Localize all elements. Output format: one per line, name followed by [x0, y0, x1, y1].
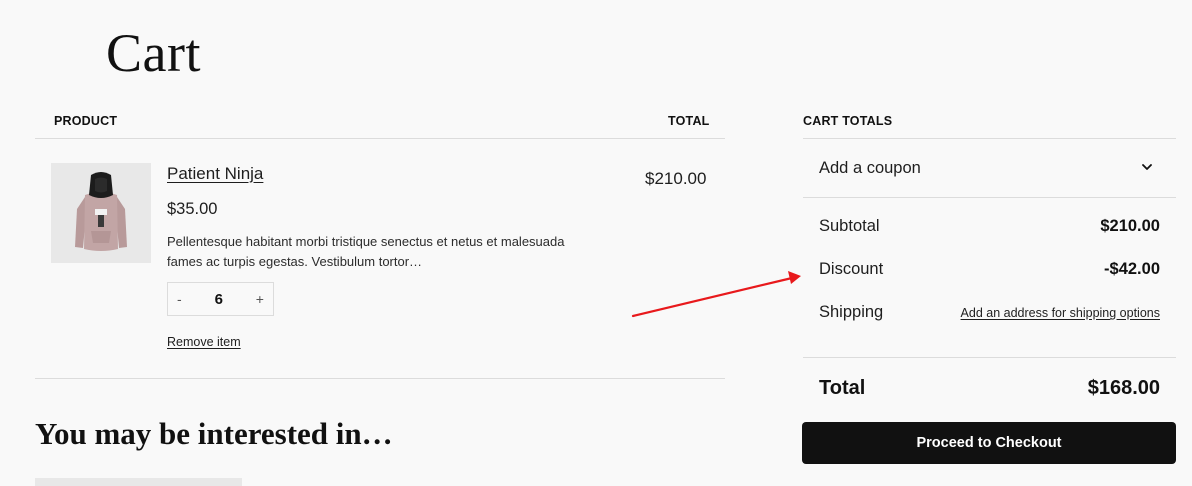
product-name-link[interactable]: Patient Ninja	[167, 164, 263, 184]
discount-value: -$42.00	[1104, 260, 1160, 278]
quantity-value[interactable]: 6	[215, 291, 223, 308]
total-value: $168.00	[1087, 377, 1160, 399]
annotation-arrow-icon	[631, 271, 801, 318]
cart-totals-heading: CART TOTALS	[803, 114, 893, 128]
quantity-stepper[interactable]: - 6 +	[167, 282, 274, 316]
total-divider	[803, 357, 1176, 358]
discount-label: Discount	[819, 260, 884, 278]
total-column-header: TOTAL	[668, 114, 710, 128]
product-column-header: PRODUCT	[54, 114, 118, 128]
proceed-to-checkout-button[interactable]: Proceed to Checkout	[802, 422, 1176, 464]
add-coupon-toggle[interactable]: Add a coupon	[819, 159, 921, 178]
page-title: Cart	[106, 23, 201, 83]
decrement-button[interactable]: -	[177, 291, 182, 307]
subtotal-label: Subtotal	[819, 217, 880, 235]
coupon-divider	[803, 197, 1176, 198]
chevron-down-icon[interactable]	[1140, 160, 1154, 174]
increment-button[interactable]: +	[256, 291, 264, 307]
hoodie-image	[51, 163, 151, 263]
add-shipping-address-link[interactable]: Add an address for shipping options	[961, 306, 1160, 320]
total-label: Total	[819, 377, 866, 399]
recommendations-heading: You may be interested in…	[35, 416, 393, 451]
table-bottom-divider	[35, 378, 725, 379]
table-header-divider	[35, 138, 725, 139]
recommended-product-card[interactable]	[35, 478, 242, 486]
product-description: Pellentesque habitant morbi tristique se…	[167, 234, 565, 269]
totals-header-divider	[803, 138, 1176, 139]
shipping-label: Shipping	[819, 303, 884, 321]
product-unit-price: $35.00	[167, 200, 218, 218]
subtotal-value: $210.00	[1100, 217, 1160, 235]
product-thumbnail[interactable]	[51, 163, 151, 263]
remove-item-link[interactable]: Remove item	[167, 335, 241, 349]
line-total: $210.00	[645, 169, 707, 188]
